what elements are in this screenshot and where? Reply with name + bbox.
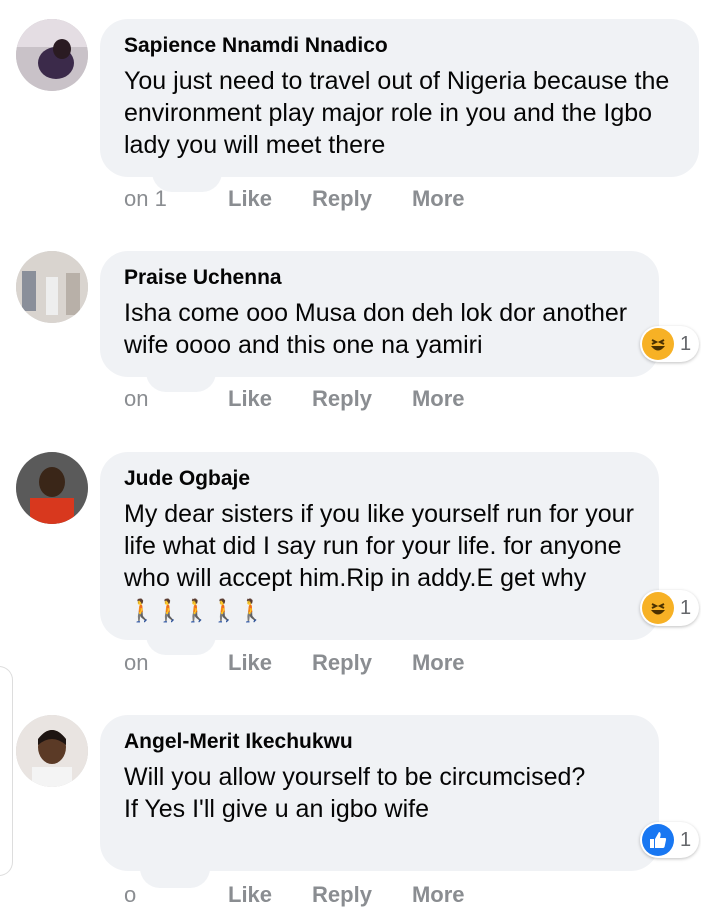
like-reaction-icon [642,824,674,856]
comment-actions: on Like Reply More [124,386,505,412]
reply-button[interactable]: Reply [312,186,372,212]
like-button[interactable]: Like [228,882,272,908]
comment-timestamp[interactable]: o [124,882,228,908]
comment-bubble: Sapience Nnamdi Nnadico You just need to… [100,19,699,177]
comment-author[interactable]: Angel-Merit Ikechukwu [124,729,635,755]
reaction-count: 1 [680,596,692,619]
laugh-reaction-icon [642,592,674,624]
comment-text-body: My dear sisters if you like yourself run… [124,500,634,592]
comment-author[interactable]: Sapience Nnamdi Nnadico [124,33,675,59]
reaction-summary[interactable]: 1 [640,590,700,626]
comment-actions: on 1 Like Reply More [124,186,505,212]
comment-author[interactable]: Praise Uchenna [124,265,635,291]
side-panel-handle[interactable] [0,666,13,876]
comment-author[interactable]: Jude Ogbaje [124,466,635,492]
comment-bubble: Praise Uchenna Isha come ooo Musa don de… [100,251,659,377]
more-button[interactable]: More [412,882,465,908]
reaction-count: 1 [680,828,692,851]
comment-text: Will you allow yourself to be circumcise… [124,763,586,823]
comment-bubble: Jude Ogbaje My dear sisters if you like … [100,452,659,640]
avatar[interactable] [16,251,88,323]
more-button[interactable]: More [412,386,465,412]
comment-bubble: Angel-Merit Ikechukwu Will you allow you… [100,715,659,871]
avatar[interactable] [16,715,88,787]
reaction-count: 1 [680,332,692,355]
comment-text: My dear sisters if you like yourself run… [124,498,635,627]
like-button[interactable]: Like [228,386,272,412]
comment-actions: on Like Reply More [124,650,505,676]
laugh-reaction-icon [642,328,674,360]
reaction-summary[interactable]: 1 [640,822,700,858]
more-button[interactable]: More [412,186,465,212]
like-button[interactable]: Like [228,650,272,676]
reply-button[interactable]: Reply [312,386,372,412]
comment-timestamp[interactable]: on 1 [124,186,228,212]
more-button[interactable]: More [412,650,465,676]
avatar[interactable] [16,19,88,91]
avatar[interactable] [16,452,88,524]
comment-text: You just need to travel out of Nigeria b… [124,67,670,159]
comment-timestamp[interactable]: on [124,650,228,676]
comment-actions: o Like Reply More [124,882,505,908]
like-button[interactable]: Like [228,186,272,212]
comment-timestamp[interactable]: on [124,386,228,412]
reply-button[interactable]: Reply [312,650,372,676]
walking-person-emoji-icon: 🚶🚶🚶🚶🚶 [128,598,265,623]
comment-text: Isha come ooo Musa don deh lok dor anoth… [124,299,628,359]
reaction-summary[interactable]: 1 [640,326,700,362]
reply-button[interactable]: Reply [312,882,372,908]
